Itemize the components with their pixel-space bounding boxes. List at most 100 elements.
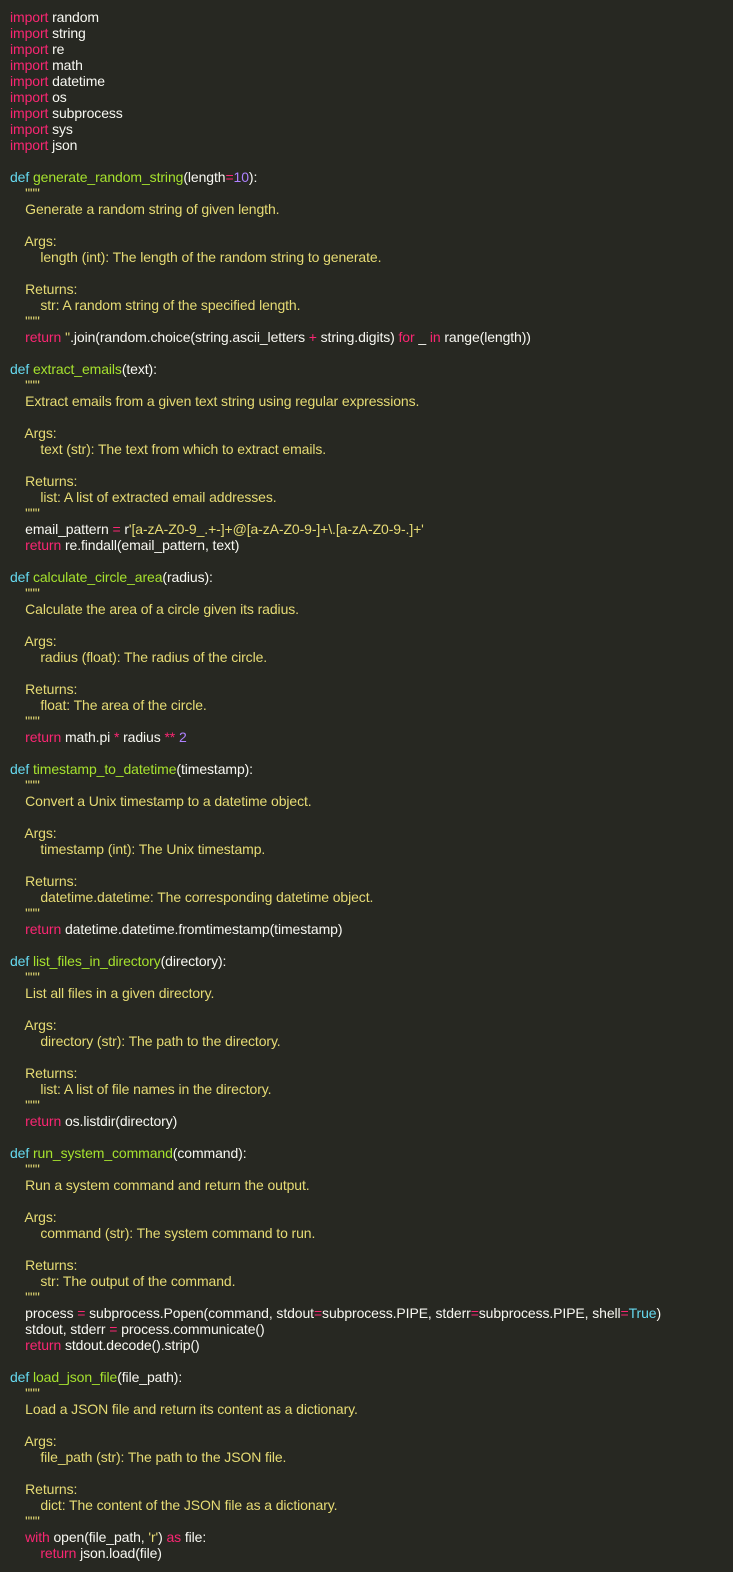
code-token: """: [10, 1097, 40, 1113]
code-line: file_path (str): The path to the JSON fi…: [10, 1449, 733, 1465]
code-token: command (str): The system command to run…: [10, 1225, 316, 1241]
code-line: def calculate_circle_area(radius):: [10, 569, 733, 585]
code-token: stdout.decode().strip(): [61, 1337, 200, 1353]
code-token: subprocess.Popen(command, stdout: [85, 1305, 314, 1321]
code-token: file:: [181, 1529, 207, 1545]
code-token: Args:: [10, 1433, 57, 1449]
code-token: Returns:: [10, 1481, 78, 1497]
code-token: =: [112, 521, 121, 537]
code-line: length (int): The length of the random s…: [10, 249, 733, 265]
code-token: Returns:: [10, 873, 78, 889]
code-token: in: [429, 329, 441, 345]
code-token: """: [10, 185, 40, 201]
code-token: open(file_path,: [49, 1529, 149, 1545]
code-token: run_system_command: [32, 1145, 173, 1161]
code-line: return re.findall(email_pattern, text): [10, 537, 733, 553]
code-token: +: [308, 329, 317, 345]
code-line: import math: [10, 57, 733, 73]
code-token: timestamp (int): The Unix timestamp.: [10, 841, 266, 857]
code-line: """: [10, 1289, 733, 1305]
code-token: def: [10, 1369, 30, 1385]
code-token: dict: The content of the JSON file as a …: [10, 1497, 338, 1513]
code-line: Returns:: [10, 1065, 733, 1081]
code-token: return: [25, 729, 62, 745]
code-token: datetime: [48, 73, 105, 89]
code-line: text (str): The text from which to extra…: [10, 441, 733, 457]
code-line: import sys: [10, 121, 733, 137]
code-token: import: [10, 41, 49, 57]
code-token: =: [313, 1305, 323, 1321]
code-token: """: [10, 1161, 40, 1177]
code-line: Returns:: [10, 681, 733, 697]
code-token: Returns:: [10, 473, 78, 489]
code-token: Convert a Unix timestamp to a datetime o…: [10, 793, 312, 809]
code-line: import json: [10, 137, 733, 153]
code-token: load_json_file: [32, 1369, 118, 1385]
code-token: """: [10, 1289, 40, 1305]
code-token: def: [10, 1145, 30, 1161]
code-token: email_pattern: [10, 521, 113, 537]
code-token: Args:: [10, 425, 57, 441]
code-token: ):: [248, 169, 258, 185]
code-line: import datetime: [10, 73, 733, 89]
code-token: True: [628, 1305, 657, 1321]
code-line: def load_json_file(file_path):: [10, 1369, 733, 1385]
code-token: return: [25, 537, 62, 553]
code-line: Extract emails from a given text string …: [10, 393, 733, 409]
code-line: datetime.datetime: The corresponding dat…: [10, 889, 733, 905]
code-token: =: [225, 169, 234, 185]
code-token: import: [10, 73, 49, 89]
code-token: length (int): The length of the random s…: [10, 249, 382, 265]
code-line: str: A random string of the specified le…: [10, 297, 733, 313]
code-token: process: [10, 1305, 78, 1321]
code-token: r: [120, 521, 129, 537]
code-line: directory (str): The path to the directo…: [10, 1033, 733, 1049]
code-editor[interactable]: import random import string import re impor…: [0, 0, 733, 1572]
code-line: str: The output of the command.: [10, 1273, 733, 1289]
code-token: radius (float): The radius of the circle…: [10, 649, 268, 665]
code-token: def: [10, 953, 30, 969]
code-token: generate_random_string: [32, 169, 184, 185]
code-line: return os.listdir(directory): [10, 1113, 733, 1129]
code-token: Args:: [10, 1209, 57, 1225]
code-line: """: [10, 1513, 733, 1529]
code-line: return json.load(file): [10, 1545, 733, 1561]
code-token: return: [25, 1113, 62, 1129]
code-token: Run a system command and return the outp…: [10, 1177, 310, 1193]
code-token: import: [10, 105, 49, 121]
code-line: """: [10, 777, 733, 793]
code-token: Returns:: [10, 1065, 78, 1081]
code-token: """: [10, 585, 40, 601]
code-token: (file_path):: [117, 1369, 183, 1385]
code-line: Args:: [10, 233, 733, 249]
code-line: return stdout.decode().strip(): [10, 1337, 733, 1353]
code-token: Args:: [10, 825, 57, 841]
code-token: sys: [48, 121, 73, 137]
code-line: import subprocess: [10, 105, 733, 121]
code-line: command (str): The system command to run…: [10, 1225, 733, 1241]
code-line: dict: The content of the JSON file as a …: [10, 1497, 733, 1513]
code-line: Convert a Unix timestamp to a datetime o…: [10, 793, 733, 809]
code-line: """: [10, 1097, 733, 1113]
code-token: List all files in a given directory.: [10, 985, 215, 1001]
code-token: list_files_in_directory: [32, 953, 161, 969]
code-token: 'r': [148, 1529, 159, 1545]
code-line: """: [10, 585, 733, 601]
code-line: timestamp (int): The Unix timestamp.: [10, 841, 733, 857]
code-token: with: [25, 1529, 50, 1545]
code-token: Extract emails from a given text string …: [10, 393, 420, 409]
code-line: return datetime.datetime.fromtimestamp(t…: [10, 921, 733, 937]
code-token: os.listdir(directory): [61, 1113, 178, 1129]
